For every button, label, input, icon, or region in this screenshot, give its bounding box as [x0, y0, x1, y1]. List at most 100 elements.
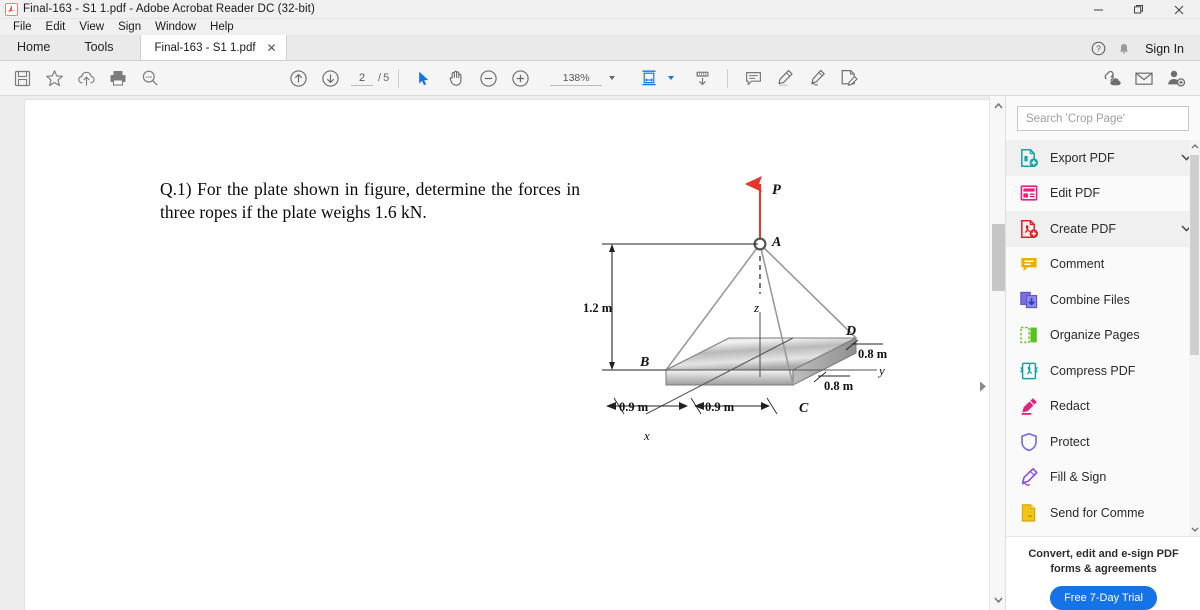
help-circle-icon[interactable]: ?: [1085, 36, 1111, 61]
tool-edit-pdf[interactable]: Edit PDF: [1006, 176, 1200, 212]
tab-document[interactable]: Final-163 - S1 1.pdf ✕: [139, 35, 287, 60]
label-dim-y1: 0.8 m: [858, 347, 888, 361]
label-dim-height: 1.2 m: [583, 301, 613, 315]
notification-bell-icon[interactable]: [1111, 36, 1137, 61]
maximize-restore-button[interactable]: [1118, 0, 1158, 19]
statics-figure: P A B C D x y z 1.2 m 0.9 m 0.9 m 0.8 m …: [583, 176, 888, 443]
tool-comment[interactable]: Comment: [1006, 247, 1200, 283]
hand-pan-tool-button[interactable]: [440, 63, 472, 93]
add-person-icon[interactable]: [1160, 63, 1192, 93]
menu-file[interactable]: File: [6, 19, 39, 36]
previous-page-button[interactable]: [282, 63, 314, 93]
label-point-c: C: [799, 401, 809, 416]
label-axis-x: x: [643, 428, 650, 443]
label-axis-y: y: [877, 363, 885, 378]
tools-panel-scrollbar-thumb[interactable]: [1190, 155, 1199, 355]
next-page-button[interactable]: [314, 63, 346, 93]
free-trial-button[interactable]: Free 7-Day Trial: [1050, 585, 1157, 610]
menu-help[interactable]: Help: [203, 19, 241, 36]
label-point-d: D: [845, 324, 856, 339]
combine-files-icon: [1018, 289, 1040, 311]
plate-front-face: [665, 369, 794, 386]
close-icon[interactable]: ✕: [267, 42, 277, 54]
tool-label: Combine Files: [1050, 292, 1130, 307]
toolbar-divider-1: [398, 68, 400, 88]
minimize-button[interactable]: [1078, 0, 1118, 19]
tools-search-input[interactable]: [1017, 106, 1189, 131]
panel-scroll-up-button[interactable]: [1189, 140, 1200, 153]
panel-scroll-down-button[interactable]: [1189, 523, 1200, 536]
window-title: Final-163 - S1 1.pdf - Adobe Acrobat Rea…: [23, 3, 315, 15]
compress-pdf-icon: [1018, 360, 1040, 382]
zoom-level-input[interactable]: [550, 70, 603, 86]
find-search-icon[interactable]: [134, 63, 166, 93]
share-link-cloud-icon[interactable]: [1096, 63, 1128, 93]
scrollbar-thumb[interactable]: [992, 224, 1005, 291]
tools-panel-scrollbar[interactable]: [1189, 140, 1200, 536]
tool-fill-and-sign[interactable]: Fill & Sign: [1006, 460, 1200, 496]
svg-text:?: ?: [1096, 44, 1101, 54]
select-tool-button[interactable]: [408, 63, 440, 93]
draw-freehand-button[interactable]: [801, 63, 833, 93]
tool-redact[interactable]: Redact: [1006, 389, 1200, 425]
tool-label: Fill & Sign: [1050, 470, 1107, 485]
fit-page-dropdown-caret-icon[interactable]: [668, 76, 675, 80]
scroll-down-button[interactable]: [990, 592, 1005, 608]
tab-document-label: Final-163 - S1 1.pdf: [154, 41, 256, 54]
document-viewport[interactable]: Q.1) For the plate shown in figure, dete…: [0, 96, 1005, 610]
scroll-mode-button[interactable]: [686, 63, 718, 93]
sign-in-button[interactable]: Sign In: [1145, 42, 1184, 56]
tools-search-wrap: [1006, 96, 1200, 137]
cloud-upload-icon[interactable]: [70, 63, 102, 93]
label-point-b: B: [639, 355, 649, 370]
page-number-input[interactable]: [351, 70, 373, 86]
promo-banner: Convert, edit and e-sign PDF forms & agr…: [1006, 536, 1200, 610]
acrobat-reader-window: Final-163 - S1 1.pdf - Adobe Acrobat Rea…: [0, 0, 1200, 610]
redact-icon: [1018, 395, 1040, 417]
tool-create-pdf[interactable]: Create PDF: [1006, 211, 1200, 247]
zoom-out-button[interactable]: [472, 63, 504, 93]
tool-label: Protect: [1050, 434, 1090, 449]
fit-page-button[interactable]: [633, 63, 665, 93]
document-scrollbar[interactable]: [989, 96, 1005, 610]
tool-export-pdf[interactable]: Export PDF: [1006, 140, 1200, 176]
tool-compress-pdf[interactable]: Compress PDF: [1006, 353, 1200, 389]
menu-window[interactable]: Window: [148, 19, 203, 36]
tools-list: Export PDF Edit PDF Create PDF Comment C…: [1006, 140, 1200, 536]
menu-edit[interactable]: Edit: [39, 19, 73, 36]
print-button[interactable]: [102, 63, 134, 93]
menu-view[interactable]: View: [72, 19, 111, 36]
scroll-up-button[interactable]: [990, 98, 1005, 114]
zoom-in-button[interactable]: [504, 63, 536, 93]
tool-organize-pages[interactable]: Organize Pages: [1006, 318, 1200, 354]
tool-combine-files[interactable]: Combine Files: [1006, 282, 1200, 318]
save-button[interactable]: [6, 63, 38, 93]
label-dim-x1: 0.9 m: [619, 400, 649, 414]
collapse-right-panel-handle[interactable]: [977, 366, 989, 406]
menu-sign[interactable]: Sign: [111, 19, 148, 36]
tab-strip: Home Tools Final-163 - S1 1.pdf ✕ ? Sign…: [0, 35, 1200, 61]
label-dim-y2: 0.8 m: [824, 379, 854, 393]
tool-label: Send for Comme: [1050, 505, 1145, 520]
add-comment-button[interactable]: [737, 63, 769, 93]
fill-and-sign-icon: [1018, 466, 1040, 488]
sign-document-button[interactable]: [833, 63, 865, 93]
tool-protect[interactable]: Protect: [1006, 424, 1200, 460]
tool-label: Comment: [1050, 257, 1105, 272]
bookmark-star-icon[interactable]: [38, 63, 70, 93]
tool-send-for-comments[interactable]: Send for Comme: [1006, 495, 1200, 531]
tool-label: Organize Pages: [1050, 328, 1140, 343]
highlight-text-button[interactable]: [769, 63, 801, 93]
tools-panel: Export PDF Edit PDF: [1005, 96, 1200, 610]
zoom-dropdown-caret-icon[interactable]: [609, 76, 616, 80]
rope-ad: [759, 243, 857, 339]
organize-pages-icon: [1018, 324, 1040, 346]
label-dim-x2: 0.9 m: [705, 400, 735, 414]
tab-home[interactable]: Home: [0, 35, 67, 60]
email-envelope-icon[interactable]: [1128, 63, 1160, 93]
tool-label: Compress PDF: [1050, 363, 1136, 378]
close-button[interactable]: [1158, 0, 1200, 19]
pdf-page: Q.1) For the plate shown in figure, dete…: [25, 100, 992, 610]
tab-tools[interactable]: Tools: [67, 35, 130, 60]
page-total: 5: [383, 72, 390, 84]
